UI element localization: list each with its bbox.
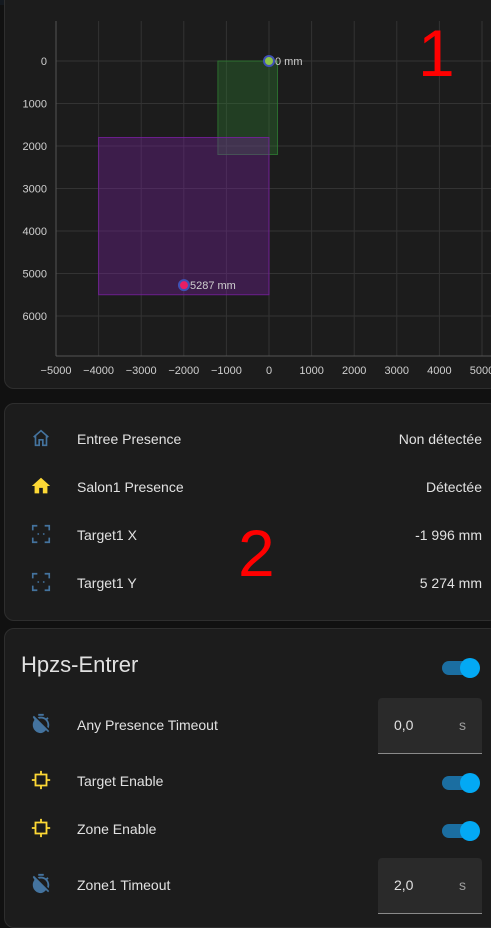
- any-presence-timeout-value[interactable]: 0,0: [394, 698, 413, 752]
- x-tick-label: 0: [266, 365, 272, 377]
- sensor-row[interactable]: Entree Presence Non détectée: [0, 415, 491, 463]
- zone-enable-label: Zone Enable: [77, 821, 157, 837]
- target-frame-icon: [31, 572, 51, 592]
- timer-off-icon: [32, 873, 50, 894]
- y-tick-label: 3000: [23, 184, 47, 196]
- device-title: Hpzs-Entrer: [21, 652, 139, 677]
- annotation-one: 1: [418, 16, 455, 90]
- zone1-timeout-label: Zone1 Timeout: [77, 877, 171, 893]
- target-point: [177, 279, 190, 292]
- y-tick-label: 0: [41, 56, 47, 68]
- target-enable-row: Target Enable: [0, 757, 491, 805]
- target-point-label: 0 mm: [275, 56, 303, 68]
- toggle-thumb: [460, 658, 480, 678]
- y-tick-label: 1000: [23, 99, 47, 111]
- target-enable-toggle[interactable]: [442, 771, 480, 793]
- x-tick-label: 2000: [342, 365, 366, 377]
- sensor-value: Détectée: [425, 479, 482, 495]
- toggle-thumb: [460, 821, 480, 841]
- zone-rect: [98, 137, 270, 296]
- zone1-timeout-unit: s: [459, 877, 466, 893]
- sensor-row[interactable]: Salon1 Presence Détectée: [0, 463, 491, 511]
- target-enable-label: Target Enable: [77, 773, 164, 789]
- y-tick-label: 2000: [23, 141, 47, 153]
- x-tick-label: 1000: [299, 365, 323, 377]
- target-point: [263, 55, 275, 67]
- sensor-name: Salon1 Presence: [77, 479, 184, 495]
- any-presence-timeout-label: Any Presence Timeout: [77, 717, 218, 733]
- y-tick-label: 4000: [23, 226, 47, 238]
- x-tick-label: 4000: [427, 365, 451, 377]
- x-tick-label: −5000: [41, 365, 72, 377]
- target-point-label: 5287 mm: [190, 280, 236, 292]
- x-tick-label: −4000: [83, 365, 114, 377]
- x-tick-label: −3000: [126, 365, 157, 377]
- annotation-two: 2: [238, 516, 275, 590]
- any-presence-timeout-input[interactable]: 0,0 s: [378, 698, 482, 754]
- sensor-name: Target1 X: [77, 527, 137, 543]
- zone1-timeout-input[interactable]: 2,0 s: [378, 858, 482, 914]
- home-filled-icon: [31, 477, 51, 494]
- sensor-name: Target1 Y: [77, 575, 137, 591]
- target-frame-icon: [31, 524, 51, 544]
- sensor-value: 5 274 mm: [419, 575, 482, 591]
- target-zone-icon: [31, 818, 51, 838]
- sensor-value: Non détectée: [398, 431, 482, 447]
- toggle-thumb: [460, 773, 480, 793]
- zone-enable-row: Zone Enable: [0, 805, 491, 853]
- x-tick-label: 5000: [470, 365, 491, 377]
- sensor-value: -1 996 mm: [415, 527, 482, 543]
- x-tick-label: −1000: [211, 365, 242, 377]
- zone-enable-toggle[interactable]: [442, 819, 480, 841]
- target-zone-icon: [31, 770, 51, 790]
- timer-off-icon: [32, 713, 50, 734]
- device-main-toggle[interactable]: [442, 656, 480, 678]
- sensor-name: Entree Presence: [77, 431, 182, 447]
- any-presence-timeout-unit: s: [459, 717, 466, 733]
- zone1-timeout-value[interactable]: 2,0: [394, 858, 413, 912]
- y-tick-label: 5000: [23, 269, 47, 281]
- y-tick-label: 6000: [23, 311, 47, 323]
- x-tick-label: 3000: [385, 365, 409, 377]
- home-outline-icon: [33, 429, 49, 447]
- x-tick-label: −2000: [168, 365, 199, 377]
